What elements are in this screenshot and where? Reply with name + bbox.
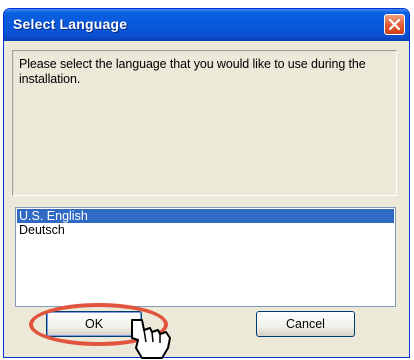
message-panel: Please select the language that you woul… (12, 50, 397, 196)
dialog-title: Select Language (13, 16, 128, 32)
language-list[interactable]: U.S. English Deutsch (15, 207, 396, 307)
instruction-text: Please select the language that you woul… (19, 57, 366, 86)
cancel-button[interactable]: Cancel (256, 311, 355, 337)
title-bar: Select Language (4, 9, 409, 41)
close-icon (388, 18, 401, 31)
language-option-deutsch[interactable]: Deutsch (17, 223, 394, 237)
language-option-us-english[interactable]: U.S. English (17, 209, 394, 223)
hand-pointer-icon (131, 319, 171, 359)
close-button[interactable] (384, 14, 405, 35)
